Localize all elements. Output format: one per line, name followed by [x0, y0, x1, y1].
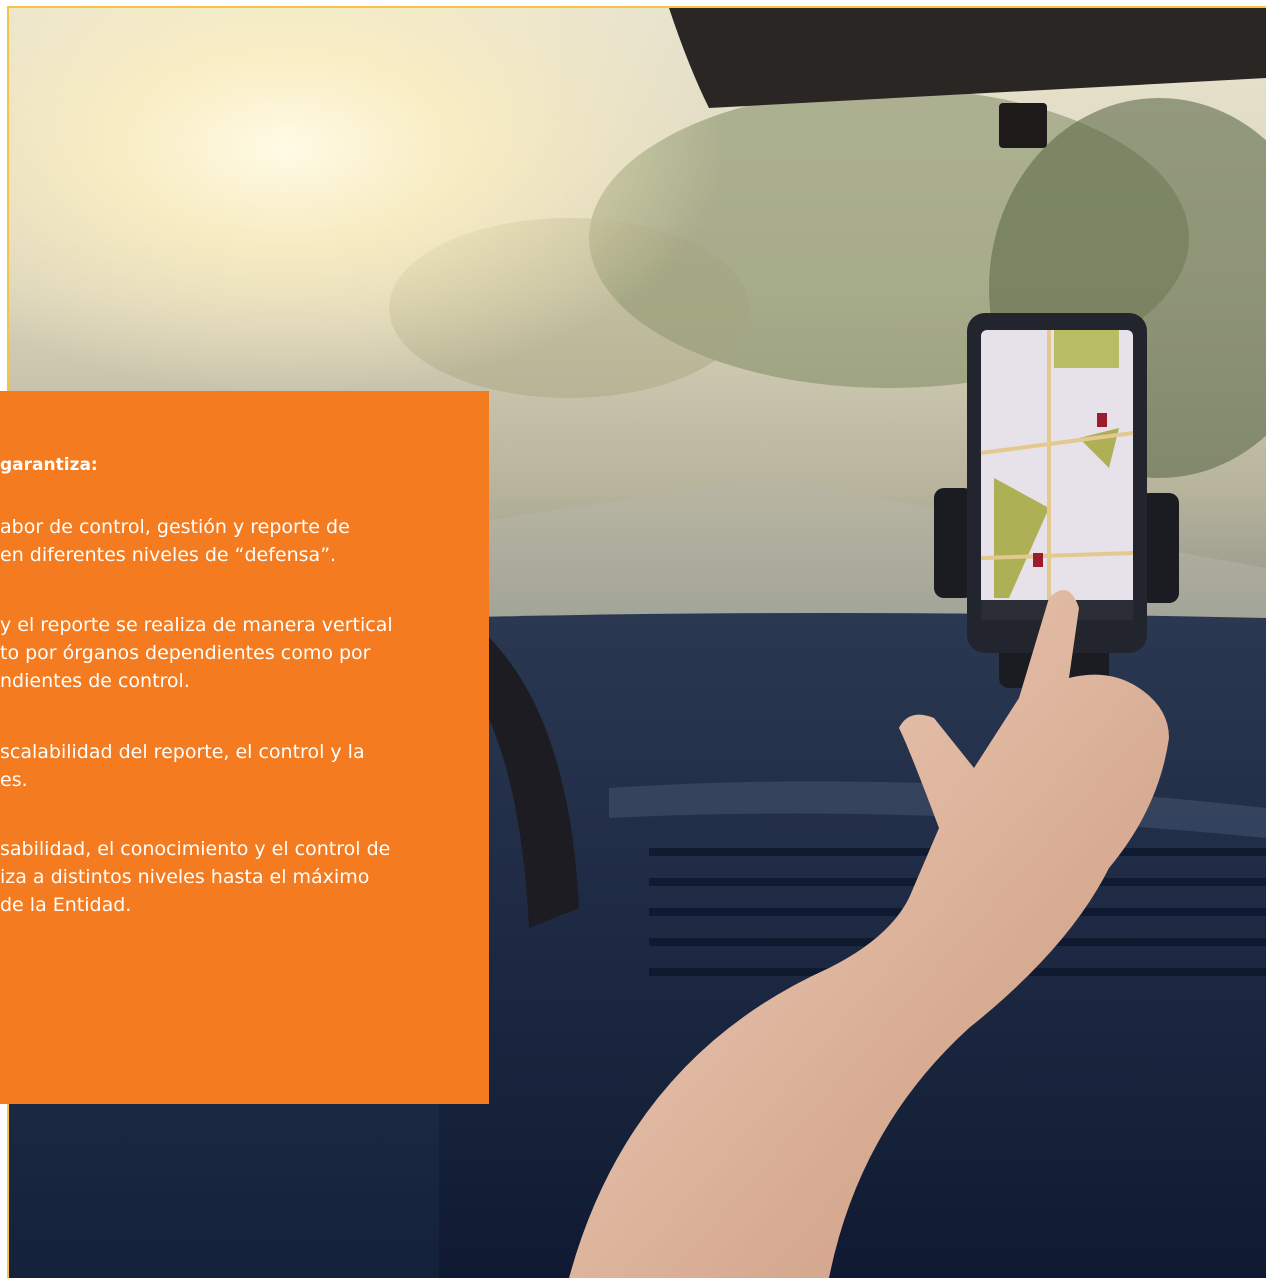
paragraph-line: abor de control, gestión y reporte de — [0, 516, 350, 538]
paragraph-line: sabilidad, el conocimiento y el control … — [0, 838, 391, 860]
paragraph-line: de la Entidad. — [0, 894, 132, 916]
info-paragraph-3: scalabilidad del reporte, el control y l… — [0, 738, 365, 794]
paragraph-line: ndientes de control. — [0, 670, 190, 692]
paragraph-line: en diferentes niveles de “defensa”. — [0, 544, 337, 566]
info-panel: garantiza: abor de control, gestión y re… — [0, 391, 489, 1104]
info-heading: garantiza: — [0, 455, 98, 475]
paragraph-line: iza a distintos niveles hasta el máximo — [0, 866, 370, 888]
info-paragraph-4: sabilidad, el conocimiento y el control … — [0, 835, 390, 919]
paragraph-line: y el reporte se realiza de manera vertic… — [0, 614, 393, 636]
info-paragraph-1: abor de control, gestión y reporte de en… — [0, 513, 350, 569]
paragraph-line: es. — [0, 769, 28, 791]
page-frame: garantiza: abor de control, gestión y re… — [0, 0, 1266, 1278]
info-paragraph-2: y el reporte se realiza de manera vertic… — [0, 611, 393, 695]
paragraph-line: scalabilidad del reporte, el control y l… — [0, 741, 365, 763]
paragraph-line: to por órganos dependientes como por — [0, 642, 371, 664]
